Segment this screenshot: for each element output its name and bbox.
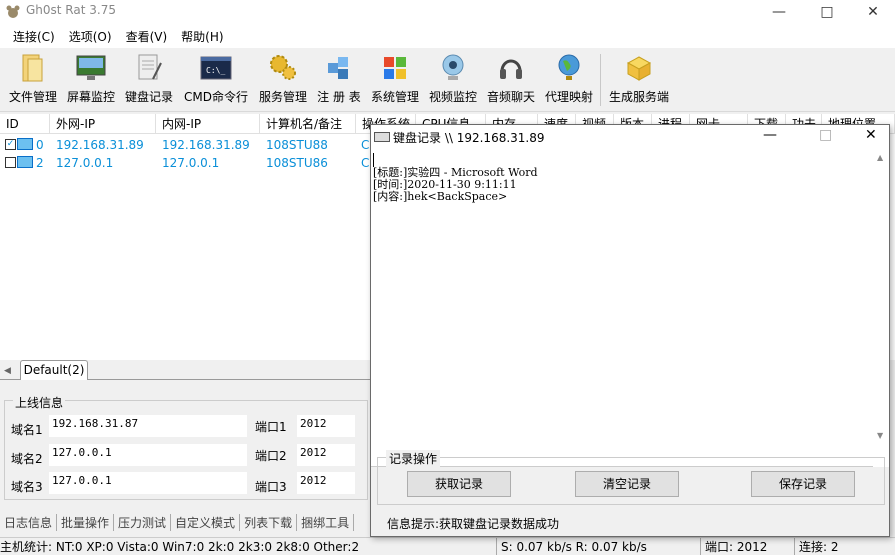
tab-bundle-tool[interactable]: 捆绑工具 (297, 513, 355, 531)
toolbar: 文件管理 屏幕监控 键盘记录 C:\_ CMD命令行 服务管理 注 册 表 系统… (0, 48, 895, 112)
port2-field[interactable]: 2012 (297, 444, 355, 466)
tab-batch-ops[interactable]: 批量操作 (57, 513, 115, 531)
keylog-line: [内容:]hek<BackSpace> (373, 190, 508, 203)
file-manager-button[interactable]: 文件管理 (6, 52, 60, 110)
domain2-label: 域名2 (11, 452, 43, 466)
client-row[interactable]: ✓ 0 192.168.31.89 192.168.31.89 108STU88… (0, 136, 370, 154)
maximize-button[interactable]: □ (804, 0, 850, 24)
toolbar-separator (600, 54, 601, 106)
window-title: Gh0st Rat 3.75 (26, 3, 116, 17)
online-info-group: 上线信息 域名1 192.168.31.87 端口1 2012 域名2 127.… (4, 394, 368, 500)
menu-connect[interactable]: 连接(C) (6, 28, 62, 45)
svg-text:C:\_: C:\_ (206, 66, 225, 75)
registry-icon (323, 52, 355, 84)
online-info-legend: 上线信息 (13, 394, 66, 411)
speed-status: S: 0.07 kb/s R: 0.07 kb/s (496, 538, 647, 555)
col-computer-name[interactable]: 计算机名/备注 (260, 114, 356, 134)
keylogger-maximize-button[interactable]: □ (819, 127, 832, 143)
keylogger-button[interactable]: 键盘记录 (122, 52, 176, 110)
get-record-button[interactable]: 获取记录 (407, 471, 511, 497)
connection-count: 连接: 2 (794, 538, 839, 555)
tab-stress-test[interactable]: 压力测试 (114, 513, 172, 531)
tab-default-group[interactable]: Default(2) (20, 360, 88, 380)
registry-button[interactable]: 注 册 表 (314, 52, 364, 110)
col-id[interactable]: ID (0, 114, 50, 134)
menu-help[interactable]: 帮助(H) (174, 28, 230, 45)
domain3-label: 域名3 (11, 480, 43, 494)
row-checkbox[interactable] (5, 157, 16, 168)
bottom-tabs: 日志信息 批量操作 压力测试 自定义模式 列表下载 捆绑工具 (0, 512, 370, 532)
gears-icon (267, 52, 299, 84)
tab-custom-mode[interactable]: 自定义模式 (171, 513, 241, 531)
menu-bar: 连接(C) 选项(O) 查看(V) 帮助(H) (0, 24, 895, 48)
globe-icon (553, 52, 585, 84)
folder-icon (17, 52, 49, 84)
scroll-down-icon[interactable]: ▼ (877, 431, 883, 440)
scroll-up-icon[interactable]: ▲ (877, 153, 883, 162)
close-icon: ✕ (867, 4, 879, 20)
keylog-text-area[interactable]: [标题:]实验四 - Microsoft Word [时间:]2020-11-3… (371, 149, 889, 467)
port3-label: 端口3 (255, 480, 287, 494)
tab-list-download[interactable]: 列表下载 (240, 513, 298, 531)
proxy-mapping-button[interactable]: 代理映射 (542, 52, 596, 110)
port2-label: 端口2 (255, 449, 287, 463)
text-cursor (373, 153, 374, 167)
service-manager-button[interactable]: 服务管理 (256, 52, 310, 110)
port3-field[interactable]: 2012 (297, 472, 355, 494)
screen-monitor-button[interactable]: 屏幕监控 (64, 52, 118, 110)
tab-scroll-icon: ◀ (4, 366, 11, 376)
webcam-icon (437, 52, 469, 84)
app-icon (5, 4, 21, 20)
keylogger-window: 键盘记录 \\ 192.168.31.89 — □ ✕ [标题:]实验四 - M… (370, 124, 890, 537)
audio-chat-button[interactable]: 音频聊天 (484, 52, 538, 110)
close-button[interactable]: ✕ (850, 0, 895, 24)
keylogger-close-button[interactable]: ✕ (865, 127, 877, 143)
video-monitor-button[interactable]: 视频监控 (426, 52, 480, 110)
package-icon (623, 52, 655, 84)
domain1-label: 域名1 (11, 423, 43, 437)
keylog-scrollbar[interactable]: ▲ ▼ (873, 149, 889, 467)
online-info-panel: 上线信息 域名1 192.168.31.87 端口1 2012 域名2 127.… (2, 390, 370, 502)
title-bar: Gh0st Rat 3.75 — □ ✕ (0, 0, 895, 24)
keylogger-title: 键盘记录 \\ 192.168.31.89 (393, 131, 545, 145)
build-server-button[interactable]: 生成服务端 (606, 52, 672, 110)
maximize-icon: □ (820, 4, 834, 20)
keylogger-minimize-button[interactable]: — (763, 127, 777, 143)
cmd-button[interactable]: C:\_ CMD命令行 (180, 52, 252, 110)
monitor-icon (17, 156, 33, 168)
clear-record-button[interactable]: 清空记录 (575, 471, 679, 497)
domain2-field[interactable]: 127.0.0.1 (49, 444, 247, 466)
headset-icon (495, 52, 527, 84)
system-manager-button[interactable]: 系统管理 (368, 52, 422, 110)
domain1-field[interactable]: 192.168.31.87 (49, 415, 247, 437)
save-record-button[interactable]: 保存记录 (751, 471, 855, 497)
keylogger-title-bar: 键盘记录 \\ 192.168.31.89 — □ ✕ (371, 125, 889, 149)
port1-label: 端口1 (255, 420, 287, 434)
menu-view[interactable]: 查看(V) (119, 28, 175, 45)
keyboard-notepad-icon (133, 52, 165, 84)
port1-field[interactable]: 2012 (297, 415, 355, 437)
record-ops-legend: 记录操作 (386, 450, 441, 467)
port-status: 端口: 2012 (700, 538, 767, 555)
tab-log-info[interactable]: 日志信息 (0, 513, 58, 531)
domain3-field[interactable]: 127.0.0.1 (49, 472, 247, 494)
status-bar: 主机统计: NT:0 XP:0 Vista:0 Win7:0 2k:0 2k3:… (0, 537, 895, 555)
group-tab-strip: ◀ Default(2) (0, 360, 370, 380)
info-hint: 信息提示:获取键盘记录数据成功 (387, 517, 560, 531)
col-lan-ip[interactable]: 内网-IP (156, 114, 260, 134)
client-row[interactable]: 2 127.0.0.1 127.0.0.1 108STU86 C (0, 154, 370, 172)
host-stats: 主机统计: NT:0 XP:0 Vista:0 Win7:0 2k:0 2k3:… (0, 540, 360, 554)
monitor-icon (17, 138, 33, 150)
col-wan-ip[interactable]: 外网-IP (50, 114, 156, 134)
keyboard-icon (374, 132, 390, 142)
menu-options[interactable]: 选项(O) (62, 28, 119, 45)
row-checkbox[interactable]: ✓ (5, 139, 16, 150)
screen-icon (75, 52, 107, 84)
cmd-icon: C:\_ (200, 52, 232, 84)
minimize-button[interactable]: — (756, 0, 802, 24)
minimize-icon: — (772, 4, 786, 20)
windows-logo-icon (379, 52, 411, 84)
